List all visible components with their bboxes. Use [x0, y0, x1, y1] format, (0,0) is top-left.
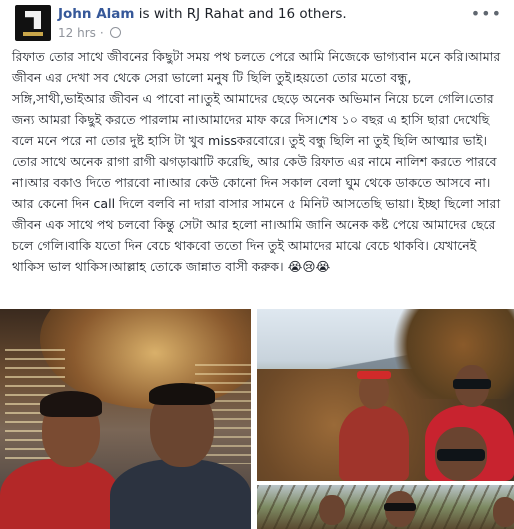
person-face [319, 495, 345, 525]
more-options-icon[interactable]: ••• [471, 4, 502, 23]
person-body [110, 459, 251, 529]
photo-group-bottom[interactable] [257, 485, 514, 529]
person-face [493, 497, 514, 527]
tagged-with-text[interactable]: is with RJ Rahat and 16 others. [139, 6, 347, 22]
author-line: John Alam is with RJ Rahat and 16 others… [58, 6, 347, 22]
tree [387, 309, 514, 399]
avatar-logo-bar [23, 32, 43, 36]
author-avatar[interactable] [15, 5, 51, 41]
person-body [0, 459, 120, 529]
headband [357, 371, 391, 379]
post-text: রিফাত তোর সাথে জীবনের কিছুটা সময় পথ চলত… [12, 49, 501, 274]
sunglasses [437, 449, 485, 461]
sunglasses [453, 379, 491, 389]
author-name[interactable]: John Alam [58, 6, 134, 22]
post-meta: 12 hrs · [58, 26, 121, 40]
photo-selfie-indoor[interactable] [0, 309, 251, 529]
post-header: John Alam is with RJ Rahat and 16 others… [0, 0, 514, 44]
person-hair [149, 383, 215, 405]
meta-separator: · [99, 26, 104, 40]
sunglasses [384, 503, 416, 511]
post-time[interactable]: 12 hrs [58, 26, 96, 40]
photo-grid [0, 309, 514, 529]
photo-group-hillside[interactable] [257, 309, 514, 481]
avatar-logo-icon [25, 11, 41, 29]
globe-icon[interactable] [109, 27, 121, 38]
person-hair [40, 391, 102, 417]
facebook-post: John Alam is with RJ Rahat and 16 others… [0, 0, 514, 529]
person-body [339, 405, 409, 481]
